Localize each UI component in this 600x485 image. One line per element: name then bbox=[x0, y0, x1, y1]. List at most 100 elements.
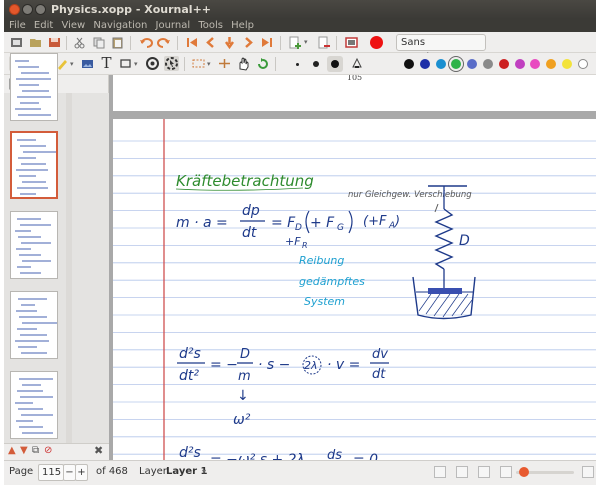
page-thumbnail-selected[interactable] bbox=[10, 131, 58, 199]
eq3-rest: = −ω² s + 2λ bbox=[210, 452, 305, 460]
maximize-window-button[interactable] bbox=[35, 4, 46, 15]
menu-tools[interactable]: Tools bbox=[198, 19, 223, 32]
current-page[interactable]: Kräftebetrachtung nur Gleichgew. Verschi… bbox=[113, 119, 596, 460]
color-swatch[interactable] bbox=[498, 59, 509, 69]
last-page-icon[interactable] bbox=[260, 35, 275, 50]
close-sidebar-icon[interactable]: ✖ bbox=[94, 444, 103, 457]
color-swatch[interactable] bbox=[546, 59, 557, 69]
thumbnail-ink bbox=[16, 169, 48, 171]
eq1-sub-g: G bbox=[337, 223, 344, 233]
thumbnail-ink bbox=[22, 90, 49, 92]
view-single-icon[interactable] bbox=[434, 466, 446, 478]
menu-help[interactable]: Help bbox=[231, 19, 254, 32]
color-swatch[interactable] bbox=[514, 59, 525, 69]
view-pair-icon[interactable] bbox=[456, 466, 468, 478]
new-icon[interactable] bbox=[9, 35, 24, 50]
insert-page-dropdown-icon[interactable]: ▾ bbox=[304, 38, 308, 46]
fit-page-icon[interactable] bbox=[478, 466, 490, 478]
thumbnail-ink bbox=[21, 163, 46, 165]
menu-edit[interactable]: Edit bbox=[34, 19, 53, 32]
open-icon[interactable] bbox=[28, 35, 43, 50]
color-swatch[interactable] bbox=[467, 59, 478, 69]
next-page-icon[interactable] bbox=[241, 35, 256, 50]
select-region-icon[interactable] bbox=[145, 56, 160, 71]
menu-navigation[interactable]: Navigation bbox=[93, 19, 147, 32]
rotate-icon[interactable] bbox=[255, 56, 270, 71]
undo-icon[interactable] bbox=[138, 35, 153, 50]
move-page-down-icon[interactable]: ▼ bbox=[20, 445, 28, 456]
zoom-fit-icon[interactable] bbox=[500, 466, 512, 478]
color-swatch[interactable] bbox=[562, 59, 572, 69]
highlighter-dropdown-icon[interactable]: ▾ bbox=[70, 60, 74, 68]
image-icon[interactable] bbox=[80, 56, 95, 71]
thumbnail-ink bbox=[20, 193, 36, 195]
goto-page-icon[interactable] bbox=[222, 35, 237, 50]
menu-file[interactable]: File bbox=[9, 19, 26, 32]
page-thumbnail[interactable] bbox=[10, 211, 58, 279]
page-thumbnail[interactable] bbox=[10, 53, 58, 121]
hand-icon[interactable] bbox=[236, 56, 251, 71]
thumbnail-ink bbox=[17, 390, 43, 392]
first-page-icon[interactable] bbox=[184, 35, 199, 50]
eq1-plus-fg: + F bbox=[310, 215, 335, 231]
text-tool-icon[interactable]: T bbox=[99, 56, 114, 71]
document-canvas[interactable]: 105 Kräftebetrachtung nur Gleichgew. Ver… bbox=[109, 75, 596, 460]
thumbnail-ink bbox=[17, 218, 41, 220]
cut-icon[interactable] bbox=[72, 35, 87, 50]
medium-line-icon[interactable] bbox=[313, 61, 319, 67]
font-selector[interactable]: Sans Regular12 bbox=[396, 34, 486, 63]
page-thumbnail[interactable] bbox=[10, 291, 58, 359]
thumbnail-ink bbox=[17, 96, 51, 98]
close-window-button[interactable] bbox=[9, 4, 20, 15]
main-toolbar: ▾ Sans Regular12 bbox=[4, 32, 596, 63]
menu-journal[interactable]: Journal bbox=[156, 19, 191, 32]
color-swatch[interactable] bbox=[451, 59, 462, 69]
insert-page-icon[interactable] bbox=[287, 35, 302, 50]
shape-dropdown-icon[interactable]: ▾ bbox=[134, 60, 138, 68]
copy-page-icon[interactable]: ⧉ bbox=[32, 445, 39, 456]
thumbnail-ink bbox=[17, 328, 37, 330]
save-icon[interactable] bbox=[47, 35, 62, 50]
paste-icon[interactable] bbox=[110, 35, 125, 50]
redo-icon[interactable] bbox=[157, 35, 172, 50]
color-swatch[interactable] bbox=[419, 59, 430, 69]
thick-line-icon[interactable] bbox=[331, 60, 339, 68]
shape-rectangle-icon[interactable] bbox=[118, 56, 133, 71]
page-thumbnail[interactable] bbox=[10, 371, 58, 439]
fullscreen-icon[interactable] bbox=[344, 35, 359, 50]
eq3-zero: = 0 bbox=[353, 452, 378, 460]
delete-page-icon[interactable] bbox=[316, 35, 331, 50]
color-swatch[interactable] bbox=[435, 59, 446, 69]
move-page-up-icon[interactable]: ▲ bbox=[8, 445, 16, 456]
thumbnail-ink bbox=[19, 84, 39, 86]
zoom-100-icon[interactable] bbox=[582, 466, 594, 478]
color-swatch[interactable] bbox=[530, 59, 541, 69]
delete-page-sidebar-icon[interactable]: ⊘ bbox=[44, 445, 52, 456]
thumbnail-ink bbox=[15, 230, 31, 232]
select-rectangle-icon[interactable] bbox=[191, 56, 206, 71]
page-increment-button[interactable]: + bbox=[75, 464, 88, 481]
previous-page: 105 bbox=[113, 75, 596, 111]
color-swatch[interactable] bbox=[404, 59, 414, 69]
thumbnail-ink bbox=[20, 224, 51, 226]
thumbnail-ink bbox=[21, 352, 47, 354]
select-object-icon[interactable] bbox=[164, 56, 179, 71]
eq1-frac-top: dp bbox=[242, 203, 260, 219]
record-icon[interactable] bbox=[370, 36, 383, 49]
fill-icon[interactable] bbox=[349, 56, 364, 71]
sidebar-scrollbar[interactable] bbox=[66, 93, 72, 443]
color-swatch[interactable] bbox=[483, 59, 493, 69]
select-dropdown-icon[interactable]: ▾ bbox=[207, 60, 211, 68]
thumbnail-ink bbox=[16, 310, 37, 312]
layer-dropdown-icon[interactable]: ▾ bbox=[202, 461, 206, 483]
copy-icon[interactable] bbox=[91, 35, 106, 50]
menu-view[interactable]: View bbox=[61, 19, 85, 32]
color-swatch[interactable] bbox=[577, 59, 588, 69]
prev-page-icon[interactable] bbox=[203, 35, 218, 50]
minimize-window-button[interactable] bbox=[22, 4, 33, 15]
page-number-input[interactable]: 115 bbox=[38, 464, 64, 481]
thin-line-icon[interactable] bbox=[296, 63, 299, 66]
vertical-space-icon[interactable] bbox=[217, 56, 232, 71]
zoom-slider-handle[interactable] bbox=[519, 467, 529, 477]
eq2-rest: · s − bbox=[258, 357, 290, 373]
